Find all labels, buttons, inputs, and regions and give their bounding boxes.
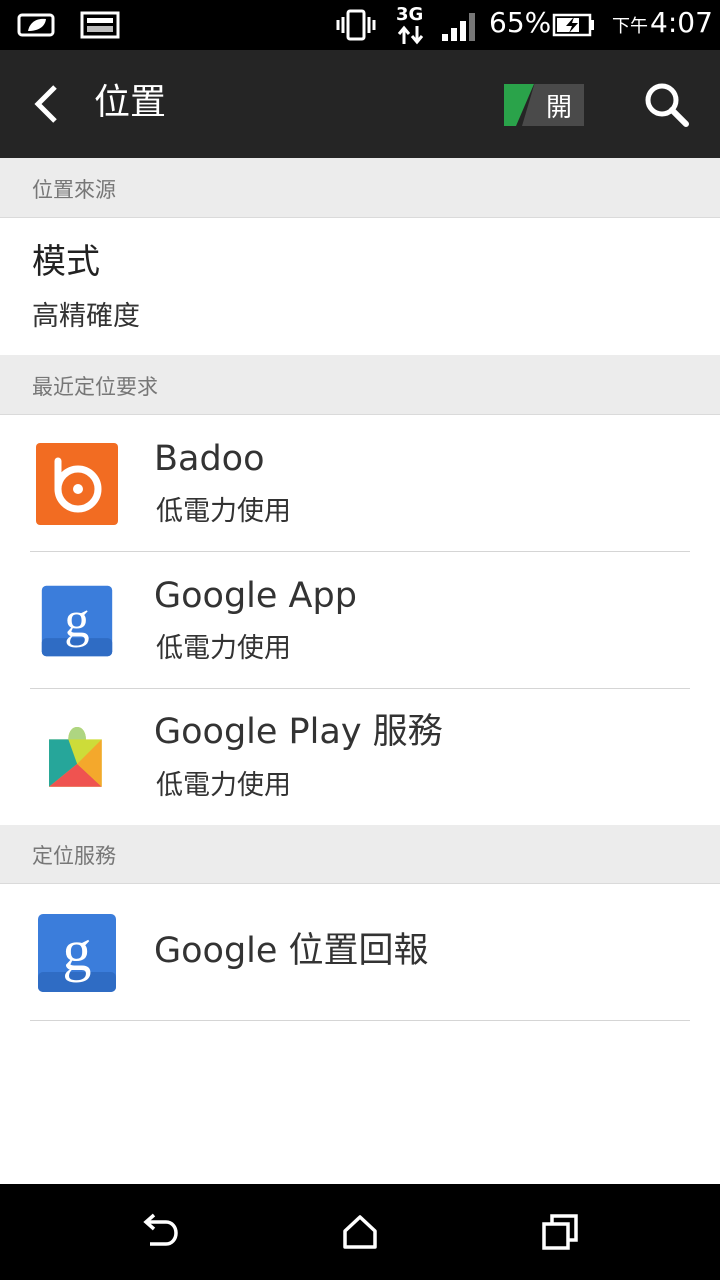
power-saver-leaf-icon xyxy=(17,13,55,37)
recent-app-row-badoo[interactable]: Badoo 低電力使用 xyxy=(0,415,720,551)
svg-text:g: g xyxy=(63,918,92,983)
app-usage: 低電力使用 xyxy=(156,633,291,664)
svg-text:g: g xyxy=(64,591,89,647)
google-settings-icon: g xyxy=(38,914,116,992)
service-row-google-location-reporting[interactable]: g Google 位置回報 xyxy=(0,884,720,1020)
battery-percent: 65% xyxy=(489,6,552,39)
action-bar: 位置 開 xyxy=(0,50,720,158)
app-usage: 低電力使用 xyxy=(156,770,291,801)
back-arrow-icon xyxy=(143,1213,178,1246)
status-left-icons xyxy=(16,0,120,50)
section-header-label: 最近定位要求 xyxy=(32,375,158,399)
section-header-location-source: 位置來源 xyxy=(0,158,720,218)
section-header-label: 位置來源 xyxy=(32,178,116,202)
mode-row[interactable]: 模式 高精確度 xyxy=(0,218,720,355)
recent-app-row-google-app[interactable]: g Google App 低電力使用 xyxy=(0,552,720,688)
google-play-services-puzzle-icon xyxy=(49,727,102,787)
back-button[interactable] xyxy=(20,74,72,134)
nav-back-button[interactable] xyxy=(130,1202,190,1262)
navigation-bar xyxy=(0,1184,720,1280)
service-name: Google 位置回報 xyxy=(154,931,429,971)
location-master-switch[interactable]: 開 xyxy=(504,84,584,126)
clock-time: 4:07 xyxy=(650,6,713,39)
app-name: Badoo xyxy=(154,439,265,479)
signal-strength-icon xyxy=(442,13,475,41)
page-title: 位置 xyxy=(94,82,167,123)
app-name: Google Play 服務 xyxy=(154,712,443,752)
chevron-left-icon xyxy=(34,85,57,123)
badoo-app-icon xyxy=(36,443,118,525)
status-bar: 3G 65% 下午 4:07 xyxy=(0,0,720,50)
search-button[interactable] xyxy=(642,80,692,130)
switch-label: 開 xyxy=(545,92,572,123)
vibrate-icon xyxy=(336,9,376,41)
battery-charging-icon xyxy=(552,13,594,37)
app-usage: 低電力使用 xyxy=(156,496,291,527)
nav-home-button[interactable] xyxy=(330,1202,390,1262)
nav-recents-button[interactable] xyxy=(530,1202,590,1262)
mode-value: 高精確度 xyxy=(32,301,140,332)
network-type-label: 3G xyxy=(396,4,424,25)
google-search-app-icon: g xyxy=(41,585,113,657)
home-icon xyxy=(343,1215,377,1249)
data-arrows-icon xyxy=(397,25,424,45)
clock-ampm: 下午 xyxy=(612,16,648,37)
recent-apps-icon xyxy=(542,1214,578,1250)
network-3g-icon: 3G xyxy=(394,4,426,46)
recent-app-row-google-play-services[interactable]: Google Play 服務 低電力使用 xyxy=(0,689,720,825)
row-divider xyxy=(30,1020,690,1021)
search-icon xyxy=(645,83,689,127)
status-clock: 下午 4:07 xyxy=(612,6,713,39)
gallery-notification-icon xyxy=(80,11,120,39)
section-header-label: 定位服務 xyxy=(32,844,116,868)
section-header-recent-requests: 最近定位要求 xyxy=(0,355,720,415)
location-settings-screen: 3G 65% 下午 4:07 位置 開 位置來源 模式 高精確度 最近定位要求 … xyxy=(0,0,720,1280)
mode-title: 模式 xyxy=(32,242,100,282)
section-header-location-services: 定位服務 xyxy=(0,825,720,884)
app-name: Google App xyxy=(154,576,357,616)
